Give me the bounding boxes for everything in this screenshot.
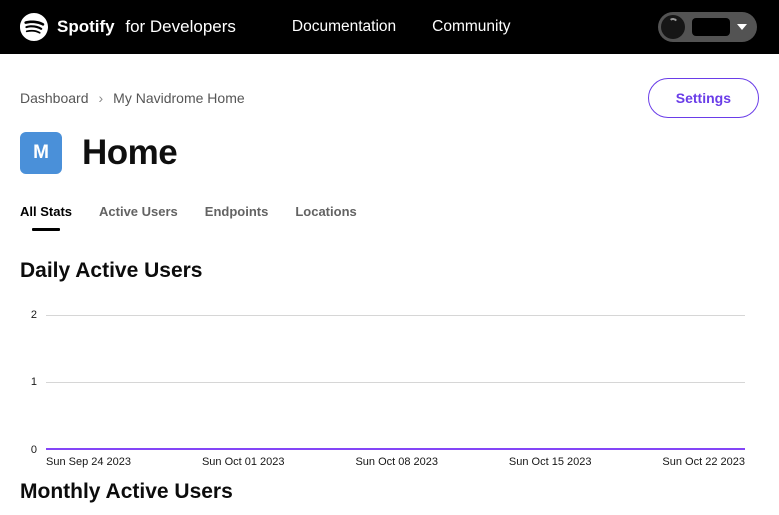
tab-locations-label: Locations: [295, 204, 356, 219]
x-tick: Sun Oct 08 2023: [355, 456, 438, 468]
top-header: Spotify for Developers Documentation Com…: [0, 0, 779, 54]
spotify-icon: [20, 13, 48, 41]
y-tick-0: 0: [31, 444, 37, 456]
breadcrumb-row: Dashboard › My Navidrome Home Settings: [20, 78, 759, 118]
app-icon: M: [20, 132, 62, 174]
y-tick-2: 2: [31, 309, 37, 321]
avatar-arc-icon: [667, 17, 678, 28]
tab-endpoints-label: Endpoints: [205, 204, 269, 219]
avatar: [661, 15, 685, 39]
tab-all-stats-label: All Stats: [20, 204, 72, 219]
nav-link-documentation[interactable]: Documentation: [292, 18, 396, 36]
tab-active-users-label: Active Users: [99, 204, 178, 219]
tab-locations[interactable]: Locations: [295, 204, 356, 231]
gridline-y1: [46, 382, 745, 383]
chart-y-axis: 2 1 0: [20, 315, 46, 450]
account-menu[interactable]: [658, 12, 757, 42]
spotify-developers-logo[interactable]: Spotify for Developers: [20, 13, 236, 41]
main-content: Dashboard › My Navidrome Home Settings M…: [0, 78, 779, 504]
breadcrumb-dashboard-link[interactable]: Dashboard: [20, 90, 89, 106]
chart-plot-area: [46, 315, 745, 450]
daily-active-users-series-line: [46, 448, 745, 450]
chart-x-axis: Sun Sep 24 2023 Sun Oct 01 2023 Sun Oct …: [46, 456, 745, 468]
chevron-down-icon: [737, 24, 747, 30]
tab-all-stats[interactable]: All Stats: [20, 204, 72, 231]
x-tick: Sun Sep 24 2023: [46, 456, 131, 468]
x-tick: Sun Oct 22 2023: [662, 456, 745, 468]
brand-text: Spotify for Developers: [57, 17, 236, 37]
nav-link-community[interactable]: Community: [432, 18, 510, 36]
x-tick: Sun Oct 15 2023: [509, 456, 592, 468]
y-tick-1: 1: [31, 376, 37, 388]
breadcrumb: Dashboard › My Navidrome Home: [20, 90, 245, 106]
brand-suffix: for Developers: [125, 17, 236, 36]
page-title: Home: [82, 133, 177, 173]
header-nav: Documentation Community: [292, 18, 511, 36]
app-header: M Home: [20, 132, 759, 174]
tab-active-users[interactable]: Active Users: [99, 204, 178, 231]
gridline-y2: [46, 315, 745, 316]
breadcrumb-current-page: My Navidrome Home: [113, 90, 244, 106]
tab-endpoints[interactable]: Endpoints: [205, 204, 269, 231]
brand-name: Spotify: [57, 17, 115, 36]
breadcrumb-separator-icon: ›: [99, 90, 104, 106]
daily-active-users-chart: 2 1 0: [20, 315, 759, 450]
stats-tabs: All Stats Active Users Endpoints Locatio…: [20, 204, 759, 231]
x-tick: Sun Oct 01 2023: [202, 456, 285, 468]
settings-button[interactable]: Settings: [648, 78, 759, 118]
account-name-block: [692, 18, 730, 36]
monthly-active-users-heading: Monthly Active Users: [20, 480, 759, 504]
active-tab-underline: [32, 228, 60, 231]
daily-active-users-heading: Daily Active Users: [20, 259, 759, 283]
